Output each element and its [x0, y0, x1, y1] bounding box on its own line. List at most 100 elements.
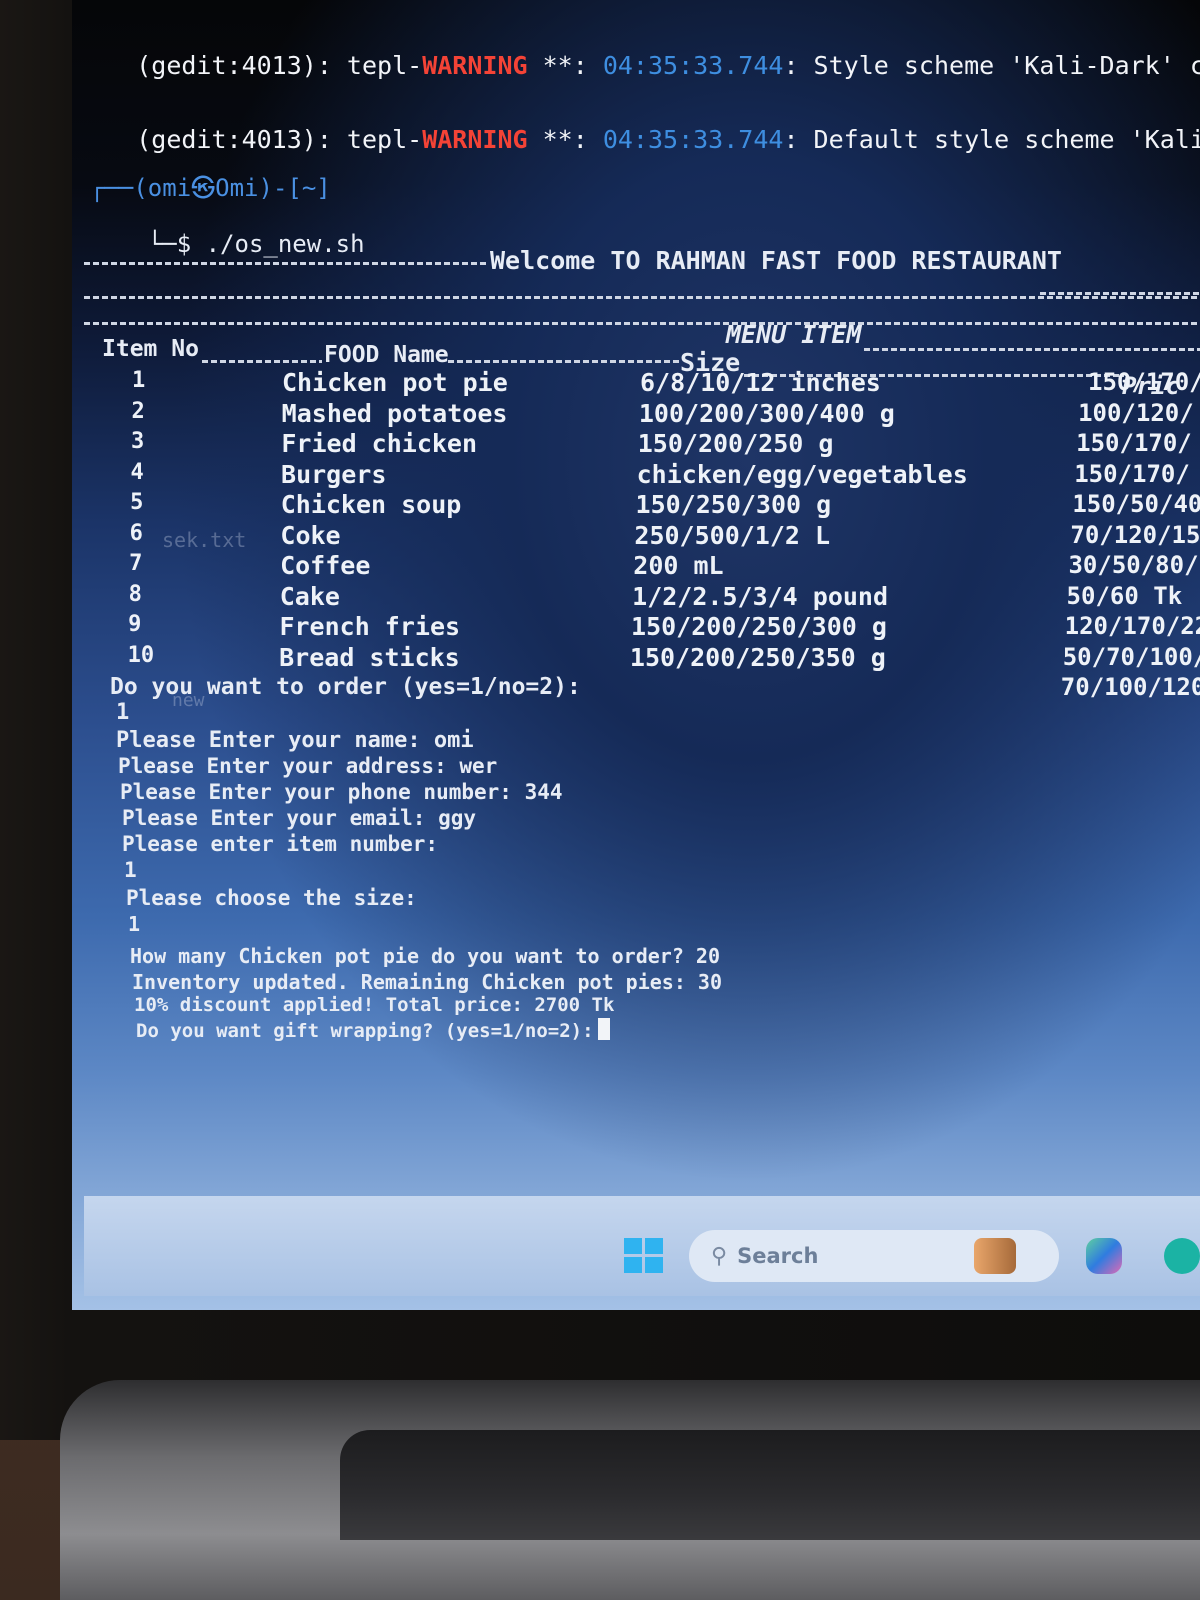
food-name: Cake: [279, 581, 340, 611]
session-text: Please choose the size:: [126, 886, 417, 910]
session-text: Please enter item number:: [122, 832, 439, 856]
session-text: Inventory updated. Remaining Chicken pot…: [132, 970, 723, 994]
menu-title: MENU ITEM: [726, 320, 862, 349]
warning-app: (gedit:4013): tepl-: [136, 125, 423, 154]
item-number: 7: [129, 551, 143, 576]
command-text: └─$ ./os_new.sh: [147, 230, 365, 258]
food-price: 70/120/15: [1070, 520, 1200, 549]
session-line: 1: [128, 912, 140, 936]
session-line: Please Enter your email: ggy: [122, 806, 476, 830]
text-cursor[interactable]: [597, 1018, 610, 1040]
food-name: Coffee: [280, 551, 371, 580]
food-price: 150/170/: [1074, 459, 1190, 488]
windows-start-icon[interactable]: [624, 1238, 664, 1274]
search-label: Search: [737, 1244, 819, 1268]
food-size: chicken/egg/vegetables: [636, 459, 968, 489]
warning-level: WARNING: [422, 51, 528, 80]
divider: [1040, 292, 1200, 295]
session-text: 1: [124, 858, 137, 882]
session-line: Do you want gift wrapping? (yes=1/no=2):: [136, 1018, 610, 1042]
food-size: 150/200/250 g: [637, 429, 834, 458]
warning-app: (gedit:4013): tepl-: [136, 51, 423, 80]
shell-prompt-user: ┌──(omi㉿Omi)-[~]: [90, 174, 331, 202]
session-text: Do you want gift wrapping? (yes=1/no=2):: [136, 1020, 594, 1042]
session-line: Please Enter your address: wer: [118, 754, 497, 778]
food-name: Chicken soup: [280, 490, 462, 519]
divider: [202, 360, 322, 363]
item-number: 8: [128, 581, 142, 607]
food-name: Mashed potatoes: [281, 398, 508, 428]
food-name: French fries: [279, 612, 461, 641]
food-name: Burgers: [281, 459, 387, 489]
food-size: 150/200/250/300 g: [631, 612, 887, 641]
news-widget-icon[interactable]: [974, 1238, 1016, 1274]
food-price: 50/70/100/: [1062, 642, 1200, 671]
food-name: Fried chicken: [281, 429, 478, 458]
session-line: Inventory updated. Remaining Chicken pot…: [132, 970, 722, 994]
copilot-icon[interactable]: [1086, 1238, 1122, 1274]
session-line: Do you want to order (yes=1/no=2):: [110, 674, 581, 700]
warning-stars: **:: [527, 51, 603, 80]
food-size: 150/200/250/350 g: [629, 642, 886, 672]
session-line: Please choose the size:: [126, 886, 417, 910]
laptop-hinge: [340, 1430, 1200, 1540]
session-text: Please Enter your address: wer: [118, 754, 498, 778]
food-size: 200 mL: [633, 551, 724, 580]
session-text: 1: [128, 912, 141, 936]
food-size: 150/250/300 g: [635, 490, 832, 519]
windows-taskbar[interactable]: ⚲ Search: [84, 1196, 1200, 1296]
header-food-name: FOOD Name: [324, 342, 449, 368]
food-price: 150/170/: [1076, 429, 1192, 457]
divider: [84, 322, 1200, 325]
session-text: Please Enter your name: omi: [116, 728, 474, 753]
warning-msg: : Default style scheme 'Kali-Dark': [783, 125, 1200, 154]
session-line: 10% discount applied! Total price: 2700 …: [134, 994, 614, 1016]
session-text: 10% discount applied! Total price: 2700 …: [134, 994, 615, 1016]
session-line: 1: [124, 858, 137, 882]
search-icon: ⚲: [711, 1243, 728, 1269]
food-size: 1/2/2.5/3/4 pound: [632, 581, 889, 611]
food-price: 150/170/: [1088, 368, 1200, 396]
item-number: 1: [132, 368, 146, 393]
food-price: 150/50/40: [1072, 490, 1200, 518]
session-line: 1: [116, 700, 129, 725]
food-size: 250/500/1/2 L: [634, 520, 831, 550]
item-number: 4: [130, 459, 144, 485]
item-number: 3: [131, 429, 145, 454]
warning-time: 04:35:33.744: [602, 125, 784, 154]
food-price: 50/60 Tk: [1066, 581, 1183, 610]
warning-msg: : Style scheme 'Kali-Dark' cannot: [783, 51, 1200, 80]
divider: [84, 296, 1200, 299]
session-text: Please Enter your email: ggy: [122, 806, 477, 830]
session-text: Do you want to order (yes=1/no=2):: [110, 674, 581, 700]
session-line: Please Enter your name: omi: [116, 728, 474, 753]
welcome-title: Welcome TO RAHMAN FAST FOOD RESTAURANT: [490, 246, 1062, 275]
food-price: 120/170/22: [1064, 612, 1200, 640]
food-price: 30/50/80/: [1068, 551, 1199, 579]
edge-icon[interactable]: [1164, 1238, 1200, 1274]
food-size: 100/200/300/400 g: [638, 398, 895, 428]
food-name: Bread sticks: [279, 642, 460, 672]
food-size: 6/8/10/12 inches: [640, 368, 881, 397]
item-number: 10: [127, 642, 155, 668]
terminal-window[interactable]: (gedit:4013): tepl-WARNING **: 04:35:33.…: [72, 0, 1200, 1310]
header-item-no: Item No: [102, 336, 199, 362]
item-number: 2: [131, 398, 145, 424]
item-number: 5: [130, 490, 144, 515]
session-line: How many Chicken pot pie do you want to …: [130, 944, 720, 968]
session-line: Please Enter your phone number: 344: [120, 780, 563, 804]
desktop-file-label: sek.txt: [162, 528, 247, 552]
divider: [84, 262, 489, 265]
item-number: 6: [129, 520, 143, 546]
session-text: Please Enter your phone number: 344: [120, 780, 563, 804]
warning-level: WARNING: [422, 125, 528, 154]
warning-time: 04:35:33.744: [602, 51, 784, 80]
food-name: Coke: [280, 520, 341, 550]
divider: [864, 348, 1200, 351]
warning-stars: **:: [527, 125, 603, 154]
food-name: Chicken pot pie: [282, 368, 508, 397]
session-line: Please enter item number:: [122, 832, 438, 856]
divider: [448, 360, 680, 363]
session-text: 1: [116, 700, 130, 725]
food-price: 100/120/: [1078, 398, 1194, 427]
